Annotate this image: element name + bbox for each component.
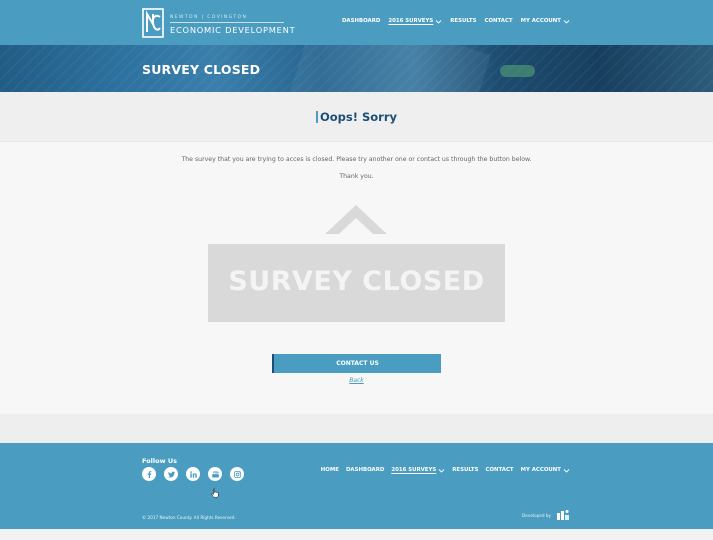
notice-heading: Oops! Sorry — [0, 110, 713, 124]
banner-texture — [0, 45, 713, 92]
nav-contact-label: CONTACT — [484, 18, 513, 24]
copyright-text: © 2017 Newton County. All Rights Reserve… — [142, 515, 236, 520]
linkedin-icon — [189, 470, 197, 478]
developed-by[interactable]: Developed by — [522, 509, 570, 521]
footer-nav-contact-label: CONTACT — [485, 467, 514, 473]
footer-nav-dashboard-label: DASHBOARD — [345, 467, 385, 473]
chevron-down-icon — [563, 468, 570, 473]
footer-nav-my-account[interactable]: MY ACCOUNT — [521, 467, 570, 473]
notice-band: Oops! Sorry — [0, 92, 713, 142]
up-arrow-icon — [325, 205, 387, 234]
logo-divider — [170, 22, 284, 23]
site-footer: Follow Us © 2017 Newton County. All Righ… — [0, 443, 713, 529]
survey-closed-sign: SURVEY CLOSED — [208, 244, 505, 322]
page-banner: SURVEY CLOSED — [0, 45, 713, 92]
nav-2016-surveys-label: 2016 SURVEYS — [388, 18, 434, 24]
survey-closed-sign-text: SURVEY CLOSED — [228, 266, 485, 297]
developed-by-label: Developed by — [522, 512, 551, 518]
instagram-icon — [233, 470, 241, 478]
contact-us-button[interactable]: CONTACT US — [272, 354, 441, 373]
main-nav: DASHBOARD 2016 SURVEYS RESULTS CONTACT M… — [342, 18, 570, 24]
footer-nav-home-label: HOME — [320, 467, 339, 473]
twitter-link[interactable] — [164, 467, 178, 481]
logo-mark-icon — [142, 8, 164, 38]
facebook-icon — [147, 470, 151, 478]
heading-accent-bar — [315, 111, 318, 123]
footer-nav-my-account-label: MY ACCOUNT — [520, 467, 561, 473]
nav-dashboard-label: DASHBOARD — [341, 18, 381, 24]
thank-you-text: Thank you. — [339, 173, 374, 180]
chevron-down-icon — [435, 19, 442, 24]
footer-nav: HOME DASHBOARD 2016 SURVEYS RESULTS CONT… — [321, 467, 570, 473]
site-header: NEWTON | COVINGTON ECONOMIC DEVELOPMENT … — [0, 0, 713, 45]
site-logo[interactable]: NEWTON | COVINGTON ECONOMIC DEVELOPMENT — [142, 8, 296, 38]
logo-top-line: NEWTON | COVINGTON — [170, 15, 248, 20]
youtube-icon — [211, 470, 219, 478]
facebook-link[interactable] — [142, 467, 156, 481]
chevron-down-icon — [438, 468, 445, 473]
closed-message: The survey that you are trying to acces … — [181, 156, 532, 163]
instagram-link[interactable] — [230, 467, 244, 481]
chevron-down-icon — [563, 19, 570, 24]
linkedin-link[interactable] — [186, 467, 200, 481]
page-title: SURVEY CLOSED — [142, 62, 261, 77]
footer-nav-2016-surveys[interactable]: 2016 SURVEYS — [391, 467, 445, 473]
footer-nav-dashboard[interactable]: DASHBOARD — [346, 467, 384, 473]
developer-logo-icon — [557, 510, 569, 520]
nav-results-label: RESULTS — [450, 18, 477, 24]
nav-my-account-label: MY ACCOUNT — [520, 18, 561, 24]
main-content: The survey that you are trying to acces … — [0, 142, 713, 414]
follow-us-heading: Follow Us — [142, 457, 177, 465]
nav-2016-surveys[interactable]: 2016 SURVEYS — [388, 18, 442, 24]
nav-results[interactable]: RESULTS — [450, 18, 476, 24]
nav-my-account[interactable]: MY ACCOUNT — [521, 18, 570, 24]
footer-nav-results-label: RESULTS — [452, 467, 479, 473]
nav-contact[interactable]: CONTACT — [484, 18, 512, 24]
pre-footer-band — [0, 414, 713, 443]
twitter-icon — [167, 471, 175, 477]
social-links — [142, 467, 244, 481]
youtube-link[interactable] — [208, 467, 222, 481]
footer-nav-results[interactable]: RESULTS — [452, 467, 478, 473]
footer-nav-2016-surveys-label: 2016 SURVEYS — [391, 467, 437, 473]
hand-cursor-icon — [211, 488, 219, 498]
back-link[interactable]: Back — [0, 377, 713, 384]
footer-nav-contact[interactable]: CONTACT — [485, 467, 513, 473]
footer-nav-home[interactable]: HOME — [321, 467, 339, 473]
survey-closed-graphic: SURVEY CLOSED — [208, 202, 505, 322]
bottom-strip — [0, 529, 713, 540]
logo-bottom-line: ECONOMIC DEVELOPMENT — [170, 25, 296, 35]
notice-heading-text: Oops! Sorry — [319, 110, 398, 124]
page: NEWTON | COVINGTON ECONOMIC DEVELOPMENT … — [0, 0, 713, 540]
nav-dashboard[interactable]: DASHBOARD — [342, 18, 380, 24]
